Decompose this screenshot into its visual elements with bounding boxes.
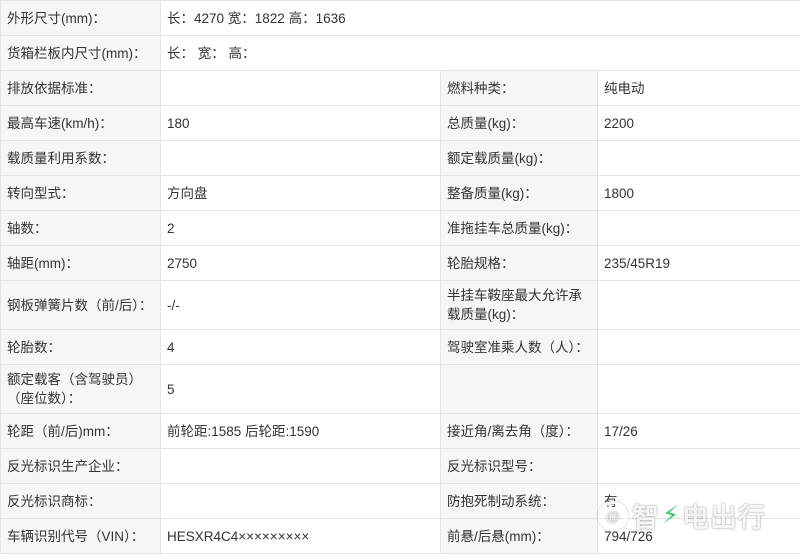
value-curb-mass: 1800 [596, 175, 800, 211]
spec-row: 车辆识别代号（VIN）： HESXR4C4××××××××× 前悬/后悬(mm)… [0, 518, 800, 554]
value-empty [596, 364, 800, 414]
value-emission-standard [160, 70, 441, 106]
label-max-speed: 最高车速(km/h)： [0, 105, 161, 141]
spec-row-dimensions: 外形尺寸(mm)： 长：4270 宽：1822 高：1636 [0, 0, 800, 36]
value-wheelbase: 2750 [160, 245, 441, 281]
vehicle-spec-table: 外形尺寸(mm)： 长：4270 宽：1822 高：1636 货箱栏板内尺寸(m… [0, 0, 800, 554]
value-axle-count: 2 [160, 210, 441, 246]
label-reflector-model: 反光标识型号： [440, 448, 598, 484]
spec-row-cargo-box: 货箱栏板内尺寸(mm)： 长： 宽： 高： [0, 35, 800, 71]
label-empty [440, 364, 598, 414]
value-trailer-mass [596, 210, 800, 246]
value-cab-capacity [596, 329, 800, 365]
label-gross-mass: 总质量(kg)： [440, 105, 598, 141]
value-seating-capacity: 5 [160, 364, 441, 414]
label-cargo-box: 货箱栏板内尺寸(mm)： [0, 35, 161, 71]
label-tire-spec: 轮胎规格： [440, 245, 598, 281]
spec-row: 轴距(mm)： 2750 轮胎规格： 235/45R19 [0, 245, 800, 281]
label-leaf-springs: 钢板弹簧片数（前/后）： [0, 280, 161, 330]
label-overhang: 前悬/后悬(mm)： [440, 518, 598, 554]
value-tire-spec: 235/45R19 [596, 245, 800, 281]
label-dimensions: 外形尺寸(mm)： [0, 0, 161, 36]
spec-row: 额定载客（含驾驶员）（座位数）： 5 [0, 364, 800, 414]
value-max-speed: 180 [160, 105, 441, 141]
spec-row: 反光标识商标： 防抱死制动系统： 有 [0, 483, 800, 519]
label-trailer-mass: 准拖挂车总质量(kg)： [440, 210, 598, 246]
value-dimensions: 长：4270 宽：1822 高：1636 [159, 0, 800, 36]
value-tire-count: 4 [160, 329, 441, 365]
label-axle-count: 轴数： [0, 210, 161, 246]
spec-row: 轮距（前/后)mm： 前轮距:1585 后轮距:1590 接近角/离去角（度）：… [0, 413, 800, 449]
label-cab-capacity: 驾驶室准乘人数（人）： [440, 329, 598, 365]
value-track-width: 前轮距:1585 后轮距:1590 [160, 413, 441, 449]
value-steering-type: 方向盘 [160, 175, 441, 211]
label-rated-load: 额定载质量(kg)： [440, 140, 598, 176]
value-overhang: 794/726 [596, 518, 800, 554]
label-wheelbase: 轴距(mm)： [0, 245, 161, 281]
spec-row: 轴数： 2 准拖挂车总质量(kg)： [0, 210, 800, 246]
label-load-coefficient: 载质量利用系数： [0, 140, 161, 176]
label-seating-capacity: 额定载客（含驾驶员）（座位数）： [0, 364, 161, 414]
value-reflector-model [596, 448, 800, 484]
label-approach-departure: 接近角/离去角（度）： [440, 413, 598, 449]
spec-row: 转向型式： 方向盘 整备质量(kg)： 1800 [0, 175, 800, 211]
spec-row: 最高车速(km/h)： 180 总质量(kg)： 2200 [0, 105, 800, 141]
label-track-width: 轮距（前/后)mm： [0, 413, 161, 449]
label-reflector-brand: 反光标识商标： [0, 483, 161, 519]
label-fuel-type: 燃料种类： [440, 70, 598, 106]
spec-row: 轮胎数： 4 驾驶室准乘人数（人）： [0, 329, 800, 365]
label-saddle-load: 半挂车鞍座最大允许承载质量(kg)： [440, 280, 598, 330]
value-leaf-springs: -/- [160, 280, 441, 330]
value-rated-load [596, 140, 800, 176]
value-reflector-maker [160, 448, 441, 484]
spec-row: 钢板弹簧片数（前/后）： -/- 半挂车鞍座最大允许承载质量(kg)： [0, 280, 800, 330]
spec-row: 载质量利用系数： 额定载质量(kg)： [0, 140, 800, 176]
label-steering-type: 转向型式： [0, 175, 161, 211]
label-reflector-maker: 反光标识生产企业： [0, 448, 161, 484]
value-fuel-type: 纯电动 [596, 70, 800, 106]
value-approach-departure: 17/26 [596, 413, 800, 449]
label-tire-count: 轮胎数： [0, 329, 161, 365]
label-curb-mass: 整备质量(kg)： [440, 175, 598, 211]
value-cargo-box: 长： 宽： 高： [159, 35, 800, 71]
label-abs: 防抱死制动系统： [440, 483, 598, 519]
value-saddle-load [596, 280, 800, 330]
value-gross-mass: 2200 [596, 105, 800, 141]
value-load-coefficient [160, 140, 441, 176]
value-vin: HESXR4C4××××××××× [160, 518, 441, 554]
value-abs: 有 [596, 483, 800, 519]
label-emission-standard: 排放依据标准： [0, 70, 161, 106]
spec-row: 反光标识生产企业： 反光标识型号： [0, 448, 800, 484]
spec-row: 排放依据标准： 燃料种类： 纯电动 [0, 70, 800, 106]
label-vin: 车辆识别代号（VIN）： [0, 518, 161, 554]
value-reflector-brand [160, 483, 441, 519]
